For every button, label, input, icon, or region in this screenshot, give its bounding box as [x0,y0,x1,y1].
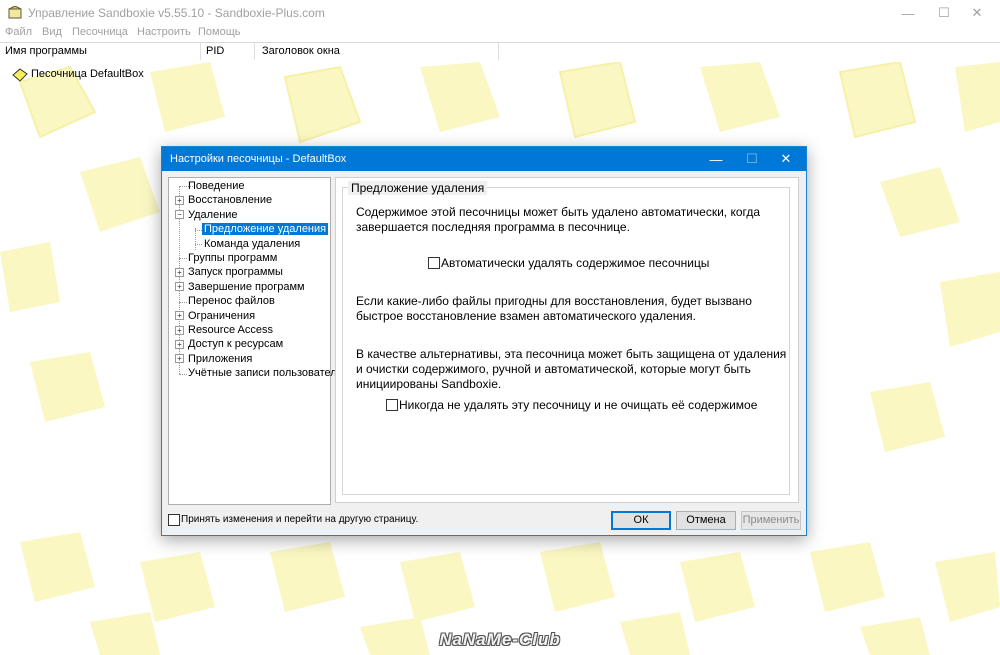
watermark: NaNaMe-Club [439,630,561,649]
expand-icon[interactable]: + [175,354,184,363]
tree-item-program-groups[interactable]: Группы программ [188,252,277,264]
collapse-icon[interactable]: − [175,210,184,219]
protection-description: В качестве альтернативы, эта песочница м… [356,347,787,391]
column-header-row [0,42,1000,63]
sandboxie-app-icon [8,6,22,19]
menu-file[interactable]: Файл [5,26,32,38]
tree-item-delete-prompt[interactable]: Предложение удаления [202,223,329,235]
expand-icon[interactable]: + [175,282,184,291]
expand-icon[interactable]: + [175,311,184,320]
cancel-button[interactable]: Отмена [676,511,736,530]
column-separator[interactable] [254,43,255,60]
tree-item-resource-access[interactable]: Доступ к ресурсам [188,338,283,350]
tree-item-program-start[interactable]: Запуск программы [188,266,283,278]
never-delete-label[interactable]: Никогда не удалять эту песочницу и не оч… [399,398,757,412]
menu-view[interactable]: Вид [42,26,62,38]
auto-delete-description: Содержимое этой песочницы может быть уда… [356,205,761,234]
tree-item-recovery[interactable]: Восстановление [188,194,272,206]
column-separator[interactable] [498,43,499,60]
sandbox-icon [12,68,28,82]
column-window-title[interactable]: Заголовок окна [262,45,340,57]
menu-sandbox[interactable]: Песочница [72,26,128,38]
column-pid[interactable]: PID [206,45,224,57]
tree-item-deletion[interactable]: Удаление [188,209,238,221]
auto-delete-label[interactable]: Автоматически удалять содержимое песочни… [441,256,709,270]
apply-button: Применить [741,511,801,530]
tree-item-resource-access-en[interactable]: Resource Access [188,324,273,336]
sandbox-item-defaultbox[interactable]: Песочница DefaultBox [31,68,144,80]
column-separator[interactable] [200,43,201,60]
close-button[interactable]: ✕ [954,0,1000,26]
tree-item-behavior[interactable]: Поведение [188,180,245,192]
auto-delete-checkbox[interactable] [428,257,440,269]
dialog-close-button[interactable]: ✕ [768,147,804,171]
quick-recovery-description: Если какие-либо файлы пригодны для восст… [356,294,752,323]
tree-item-file-migration[interactable]: Перенос файлов [188,295,275,307]
apply-and-next-label[interactable]: Принять изменения и перейти на другую ст… [181,514,418,525]
dialog-minimize-button[interactable]: — [698,147,734,171]
never-delete-checkbox[interactable] [386,399,398,411]
dialog-title: Настройки песочницы - DefaultBox [170,153,347,165]
apply-and-next-checkbox[interactable] [168,514,180,526]
groupbox-title: Предложение удаления [348,181,488,195]
dialog-maximize-button: ☐ [746,151,758,166]
main-window-title: Управление Sandboxie v5.55.10 - Sandboxi… [28,6,325,20]
tree-item-restrictions[interactable]: Ограничения [188,310,255,322]
column-program-name[interactable]: Имя программы [5,45,87,57]
menu-help[interactable]: Помощь [198,26,241,38]
tree-item-user-accounts[interactable]: Учётные записи пользователей [188,367,349,379]
expand-icon[interactable]: + [175,268,184,277]
sandbox-settings-dialog: Настройки песочницы - DefaultBox — ☐ ✕ П… [161,146,807,536]
expand-icon[interactable]: + [175,196,184,205]
menu-configure[interactable]: Настроить [137,26,191,38]
settings-tree[interactable]: Поведение + Восстановление − Удаление Пр… [168,177,349,505]
tree-item-delete-command[interactable]: Команда удаления [204,238,300,250]
tree-item-applications[interactable]: Приложения [188,353,252,365]
expand-icon[interactable]: + [175,340,184,349]
tree-item-program-stop[interactable]: Завершение программ [188,281,305,293]
expand-icon[interactable]: + [175,326,184,335]
ok-button[interactable]: ОК [611,511,671,530]
